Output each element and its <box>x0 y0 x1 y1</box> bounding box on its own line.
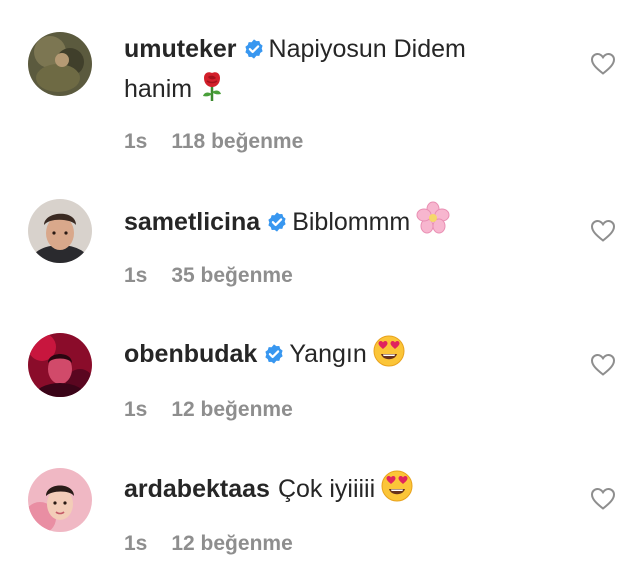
verified-badge-icon <box>263 339 285 375</box>
cherry-blossom-icon <box>416 201 450 245</box>
heart-eyes-emoji-icon <box>373 335 405 377</box>
verified-badge-icon <box>243 34 265 70</box>
username[interactable]: sametlicina <box>124 208 260 236</box>
like-heart-icon[interactable] <box>590 52 616 76</box>
likes-count[interactable]: 12 beğenme <box>171 398 292 421</box>
like-heart-icon[interactable] <box>590 353 616 377</box>
comment-text: hanim <box>124 75 193 103</box>
avatar[interactable] <box>28 468 92 532</box>
likes-count[interactable]: 35 beğenme <box>171 264 292 287</box>
username[interactable]: obenbudak <box>124 340 257 368</box>
comment-text: Yangın <box>289 340 367 368</box>
comment-text: Çok iyiiiii <box>277 475 376 503</box>
comments-list: umuteker Napiyosun Didem hanim 1s 118 beğen… <box>0 0 635 576</box>
comment-timestamp[interactable]: 1s <box>124 264 147 287</box>
username[interactable]: umuteker <box>124 35 237 63</box>
like-heart-icon[interactable] <box>590 487 616 511</box>
rose-icon <box>198 70 226 112</box>
avatar[interactable] <box>28 32 92 96</box>
verified-badge-icon <box>266 207 288 243</box>
avatar[interactable] <box>28 199 92 263</box>
comment-timestamp[interactable]: 1s <box>124 130 147 153</box>
comment-timestamp[interactable]: 1s <box>124 532 147 555</box>
username[interactable]: ardabektaas <box>124 475 270 503</box>
likes-count[interactable]: 118 beğenme <box>171 130 303 153</box>
comment-timestamp[interactable]: 1s <box>124 398 147 421</box>
avatar[interactable] <box>28 333 92 397</box>
heart-eyes-emoji-icon <box>381 470 413 512</box>
like-heart-icon[interactable] <box>590 219 616 243</box>
comment-text: Biblommm <box>292 208 411 236</box>
comment-text: Napiyosun Didem <box>268 35 466 63</box>
likes-count[interactable]: 12 beğenme <box>171 532 292 555</box>
